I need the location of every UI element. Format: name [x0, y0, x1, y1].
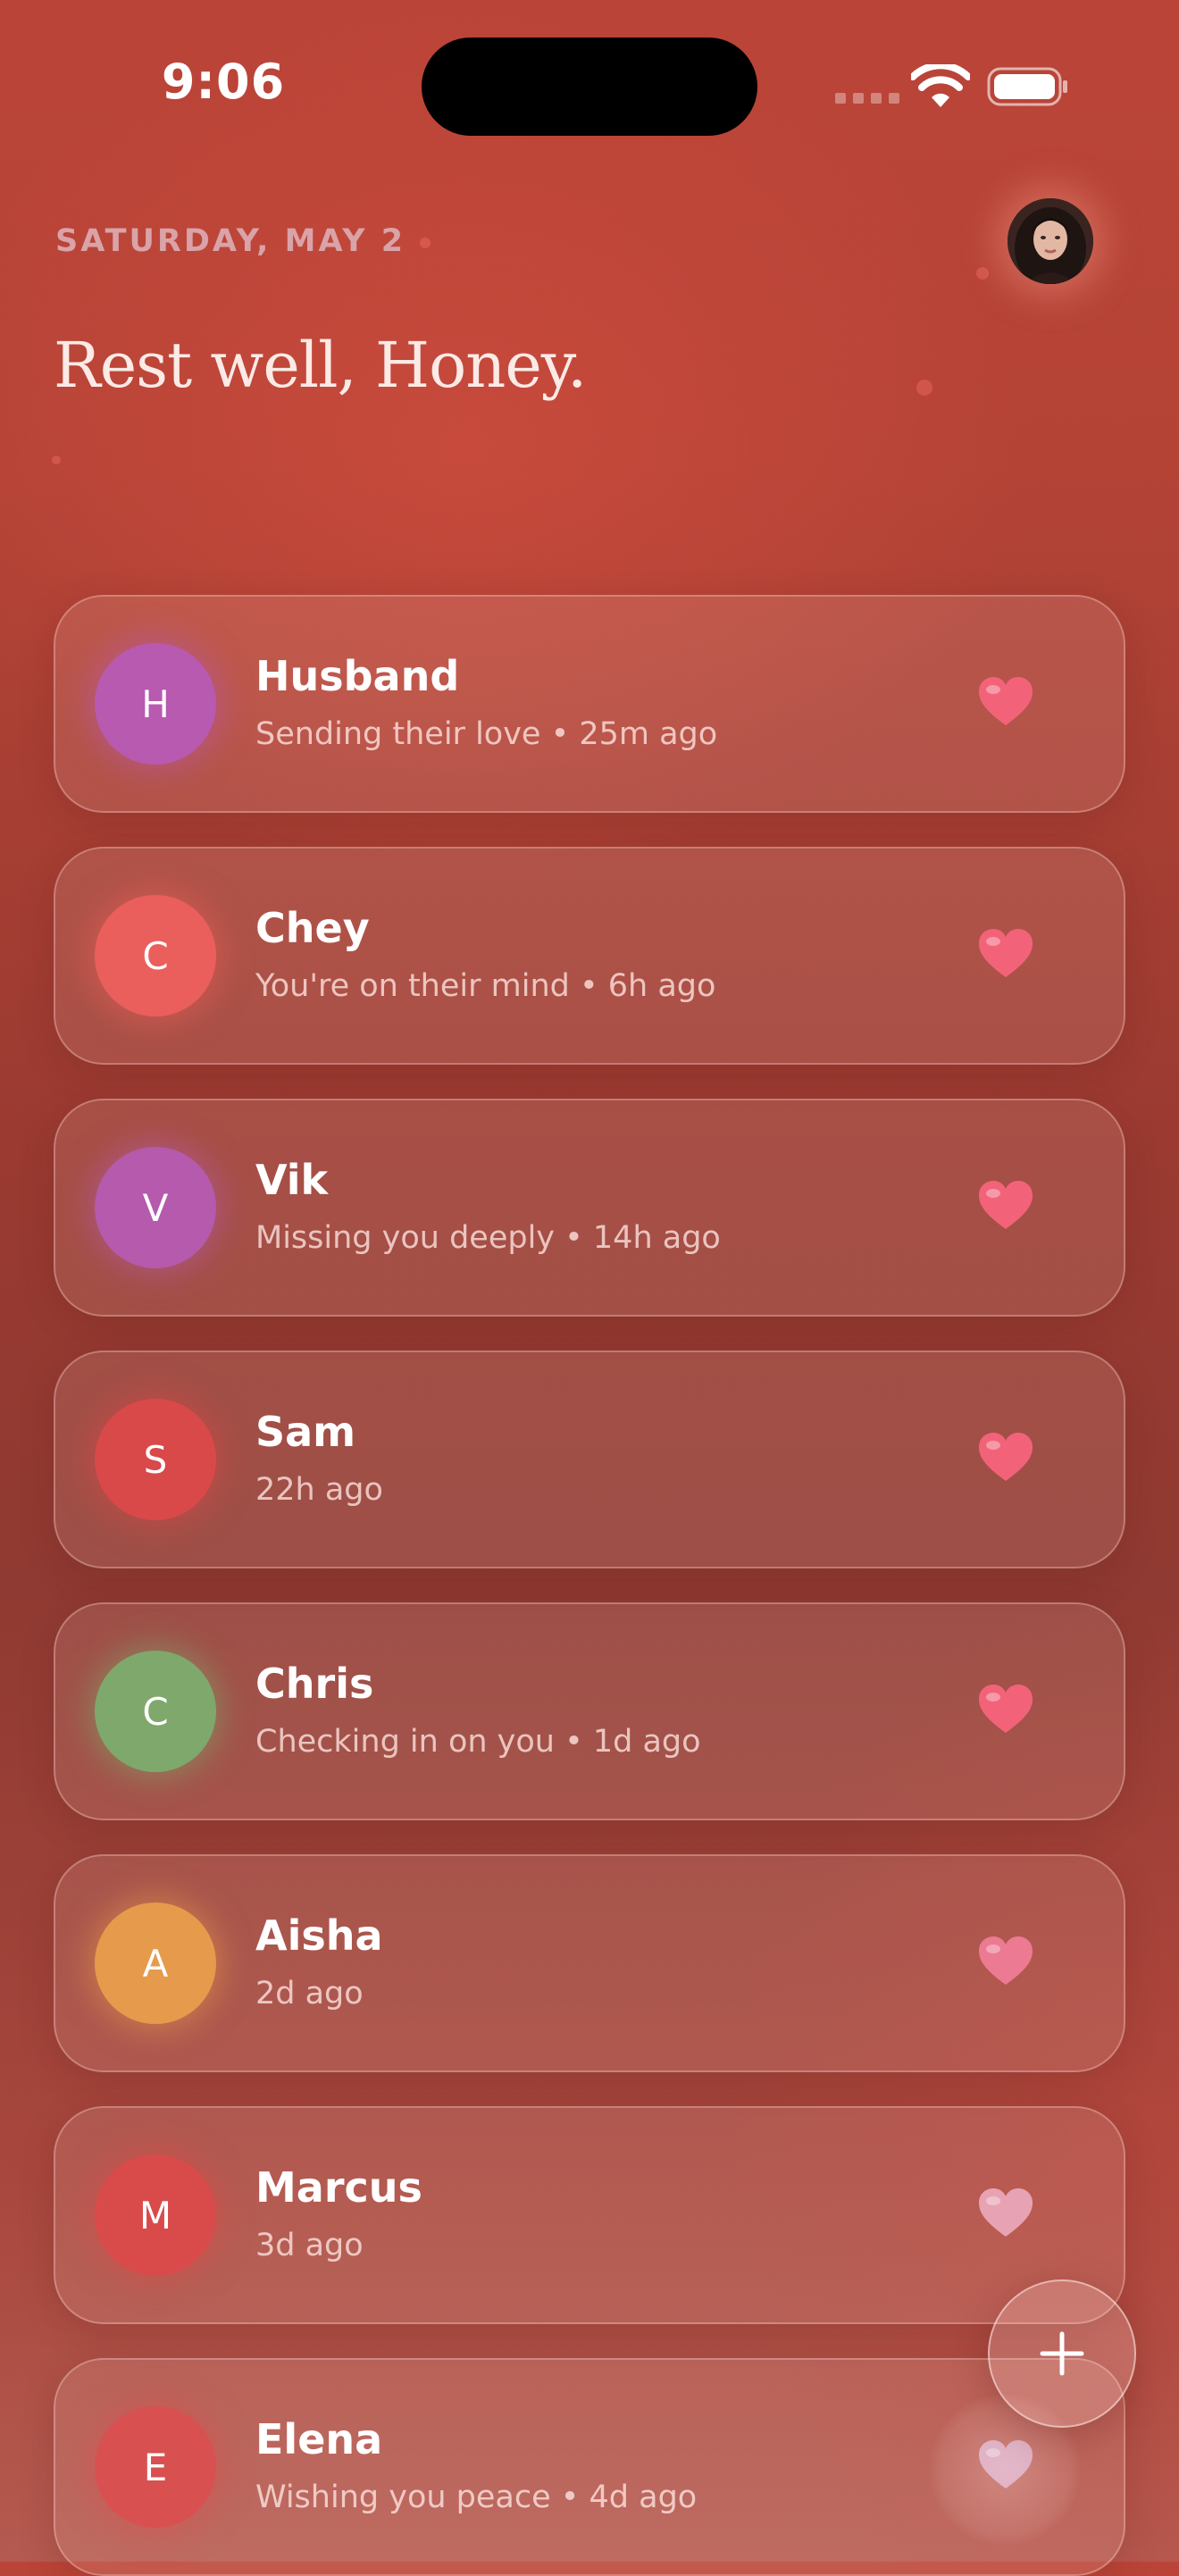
contact-avatar: M — [95, 2154, 216, 2276]
sparkle — [52, 456, 61, 464]
contact-status: Wishing you peace • 4d ago — [255, 2480, 698, 2515]
plus-icon — [1040, 2331, 1084, 2376]
battery-icon — [987, 67, 1067, 106]
contact-avatar: S — [95, 1399, 216, 1520]
contact-name: Chey — [255, 904, 370, 952]
contact-card[interactable]: H Husband Sending their love • 25m ago — [54, 595, 1125, 813]
contact-status: You're on their mind • 6h ago — [255, 968, 716, 1004]
sparkle — [420, 238, 431, 248]
contact-avatar: C — [95, 895, 216, 1016]
heart-icon[interactable] — [977, 1431, 1034, 1485]
avatar-image — [1008, 198, 1093, 284]
heart-icon[interactable] — [977, 1683, 1034, 1736]
contact-avatar: E — [95, 2406, 216, 2528]
contact-name: Elena — [255, 2415, 383, 2463]
heart-icon[interactable] — [977, 2187, 1034, 2240]
heart-icon[interactable] — [977, 927, 1034, 981]
contact-name: Chris — [255, 1660, 374, 1708]
contact-status: 2d ago — [255, 1976, 364, 2011]
dynamic-island — [422, 38, 757, 136]
cellular-icon — [835, 93, 899, 104]
contact-avatar: H — [95, 643, 216, 765]
add-contact-button[interactable] — [988, 2279, 1136, 2428]
contact-status: Checking in on you • 1d ago — [255, 1724, 701, 1760]
profile-avatar[interactable] — [1008, 198, 1093, 284]
contact-status: Missing you deeply • 14h ago — [255, 1220, 721, 1256]
contact-status: 3d ago — [255, 2228, 364, 2263]
date-label: SATURDAY, MAY 2 — [55, 223, 406, 259]
wifi-icon — [911, 64, 970, 107]
contact-card[interactable]: A Aisha 2d ago — [54, 1854, 1125, 2072]
status-bar: 9:06 — [0, 0, 1179, 170]
heart-icon[interactable] — [977, 1179, 1034, 1233]
contact-name: Vik — [255, 1156, 329, 1204]
contact-status: 22h ago — [255, 1472, 383, 1508]
greeting-title: Rest well, Honey. — [54, 329, 587, 402]
contact-card[interactable]: C Chey You're on their mind • 6h ago — [54, 847, 1125, 1065]
contact-status: Sending their love • 25m ago — [255, 716, 718, 752]
contact-card[interactable]: S Sam 22h ago — [54, 1351, 1125, 1568]
contact-avatar: V — [95, 1147, 216, 1268]
heart-icon[interactable] — [977, 1935, 1034, 1988]
contact-name: Marcus — [255, 2163, 422, 2212]
contact-name: Aisha — [255, 1911, 383, 1960]
contact-name: Sam — [255, 1408, 356, 1456]
contact-avatar: C — [95, 1651, 216, 1772]
sparkle — [916, 380, 932, 396]
contact-avatar: A — [95, 1903, 216, 2024]
contact-card[interactable]: C Chris Checking in on you • 1d ago — [54, 1602, 1125, 1820]
contact-card[interactable]: V Vik Missing you deeply • 14h ago — [54, 1099, 1125, 1317]
heart-icon[interactable] — [977, 675, 1034, 729]
contact-card[interactable]: M Marcus 3d ago — [54, 2106, 1125, 2324]
status-time: 9:06 — [161, 54, 286, 110]
sparkle — [976, 267, 989, 280]
contact-name: Husband — [255, 652, 460, 700]
